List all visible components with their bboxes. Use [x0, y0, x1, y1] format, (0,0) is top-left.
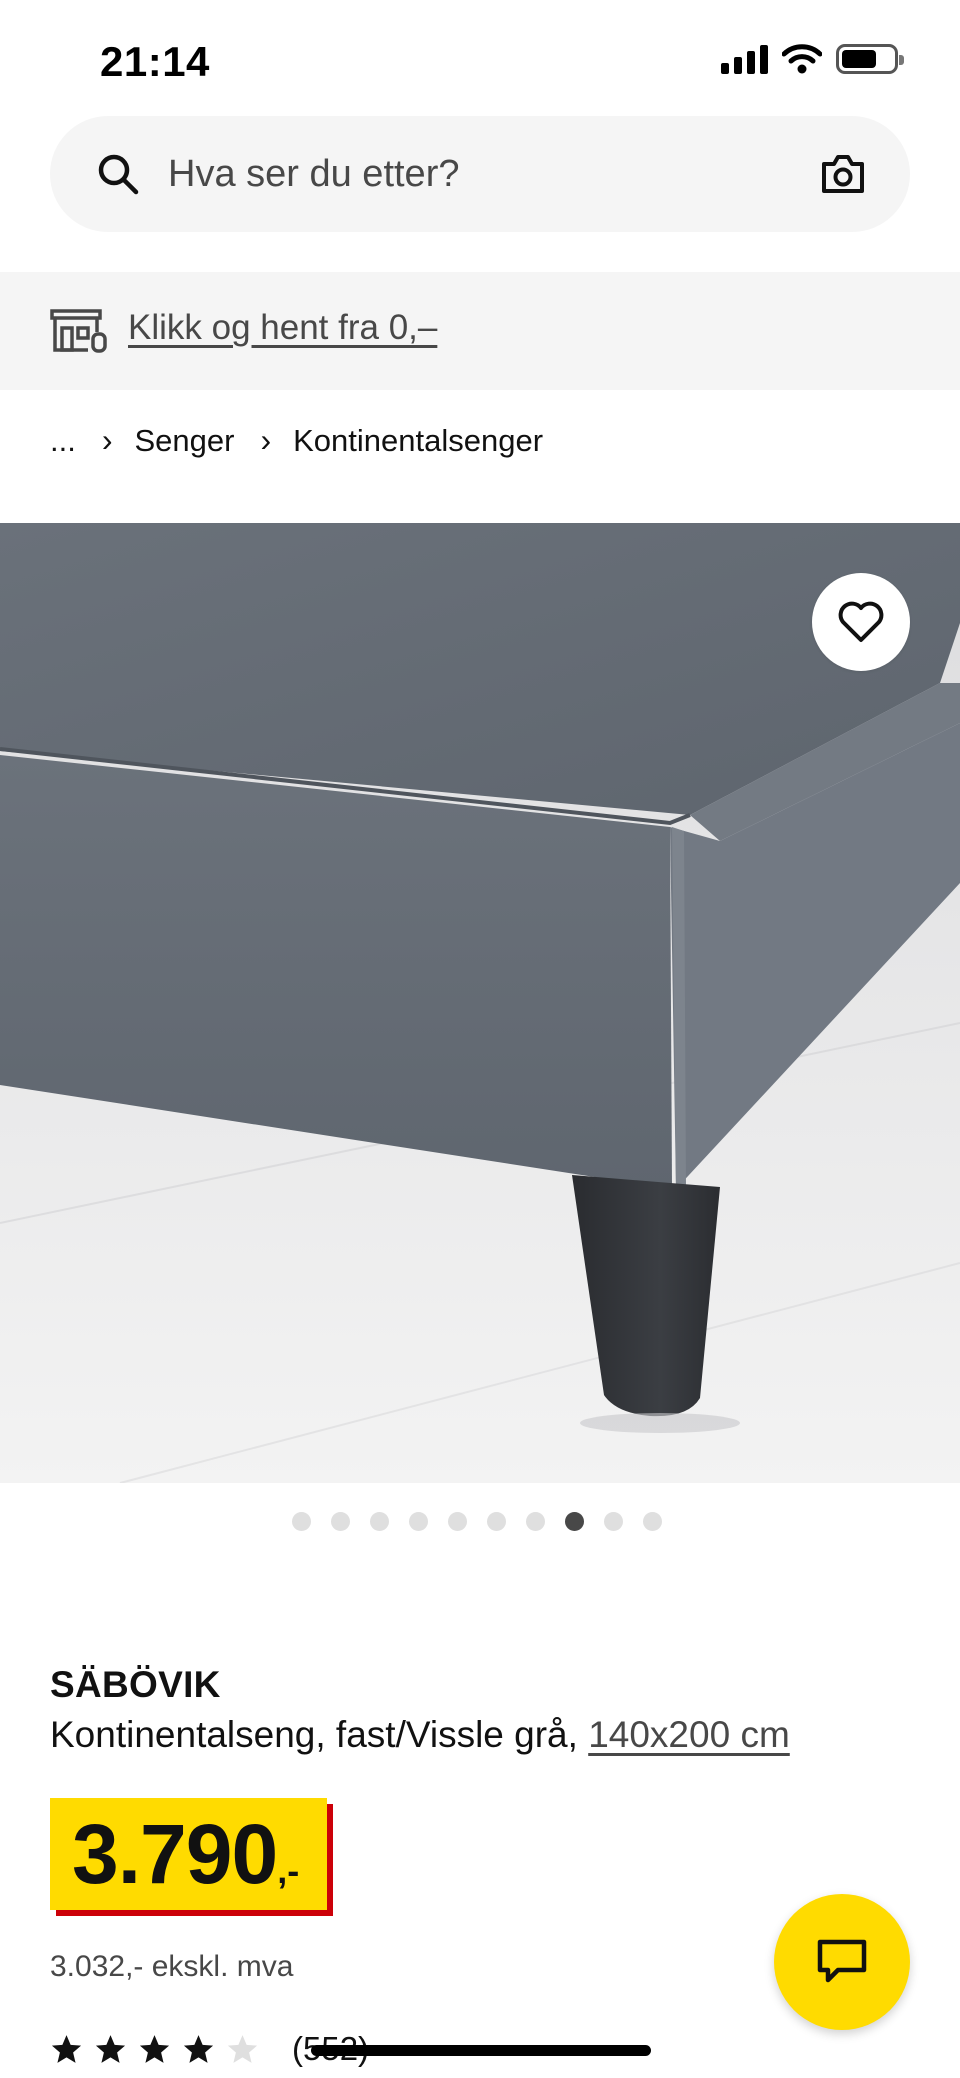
star-filled-icon [183, 2034, 214, 2063]
status-time: 21:14 [100, 38, 210, 85]
price-suffix: ,- [277, 1850, 300, 1891]
price-tag: 3.790 ,- [50, 1798, 328, 1910]
pagination-dot[interactable] [643, 1512, 662, 1531]
search-input[interactable] [168, 144, 728, 204]
breadcrumb: ... › Senger › Kontinentalsenger [50, 422, 543, 459]
image-pagination [292, 1512, 662, 1531]
breadcrumb-separator: › [101, 422, 113, 458]
product-image[interactable] [0, 523, 960, 1483]
pagination-dot[interactable] [604, 1512, 623, 1531]
breadcrumb-item-ellipsis[interactable]: ... [50, 423, 76, 459]
pagination-dot[interactable] [526, 1512, 545, 1531]
product-name: SÄBÖVIK [50, 1664, 221, 1705]
pagination-dot[interactable] [409, 1512, 428, 1531]
cellular-signal-icon [721, 44, 768, 74]
price-main: 3.790 [72, 1807, 278, 1901]
pagination-dot[interactable] [331, 1512, 350, 1531]
product-size-link[interactable]: 140x200 cm [588, 1714, 790, 1755]
search-icon[interactable] [96, 152, 140, 196]
star-filled-icon [139, 2034, 170, 2063]
home-indicator[interactable] [311, 2045, 651, 2056]
wifi-icon [782, 44, 822, 74]
breadcrumb-item-kontinentalsenger[interactable]: Kontinentalsenger [293, 423, 543, 459]
favorite-button[interactable] [812, 573, 910, 671]
product-description-text: Kontinentalseng, fast/Vissle grå, [50, 1714, 578, 1755]
status-icons [721, 44, 904, 74]
store-pickup-icon [50, 309, 107, 353]
star-filled-icon [95, 2034, 126, 2063]
pagination-dot[interactable] [370, 1512, 389, 1531]
search-bar[interactable] [50, 116, 910, 232]
pagination-dot[interactable] [448, 1512, 467, 1531]
chat-icon [817, 1939, 867, 1983]
star-filled-icon [51, 2034, 82, 2063]
camera-icon[interactable] [820, 152, 866, 196]
heart-icon [838, 601, 884, 642]
click-and-collect-link[interactable]: Klikk og hent fra 0,– [128, 308, 437, 348]
star-empty-icon [227, 2034, 258, 2063]
pagination-dot-active[interactable] [565, 1512, 584, 1531]
price-excluding-vat: 3.032,- ekskl. mva [50, 1950, 294, 1983]
breadcrumb-separator: › [260, 422, 272, 458]
chat-button[interactable] [774, 1894, 910, 2030]
pagination-dot[interactable] [487, 1512, 506, 1531]
click-and-collect-banner[interactable]: Klikk og hent fra 0,– [0, 272, 960, 390]
product-description: Kontinentalseng, fast/Vissle grå, 140x20… [50, 1714, 790, 1756]
battery-icon [836, 44, 904, 74]
status-bar: 21:14 [0, 0, 960, 110]
pagination-dot[interactable] [292, 1512, 311, 1531]
breadcrumb-item-senger[interactable]: Senger [135, 423, 235, 459]
